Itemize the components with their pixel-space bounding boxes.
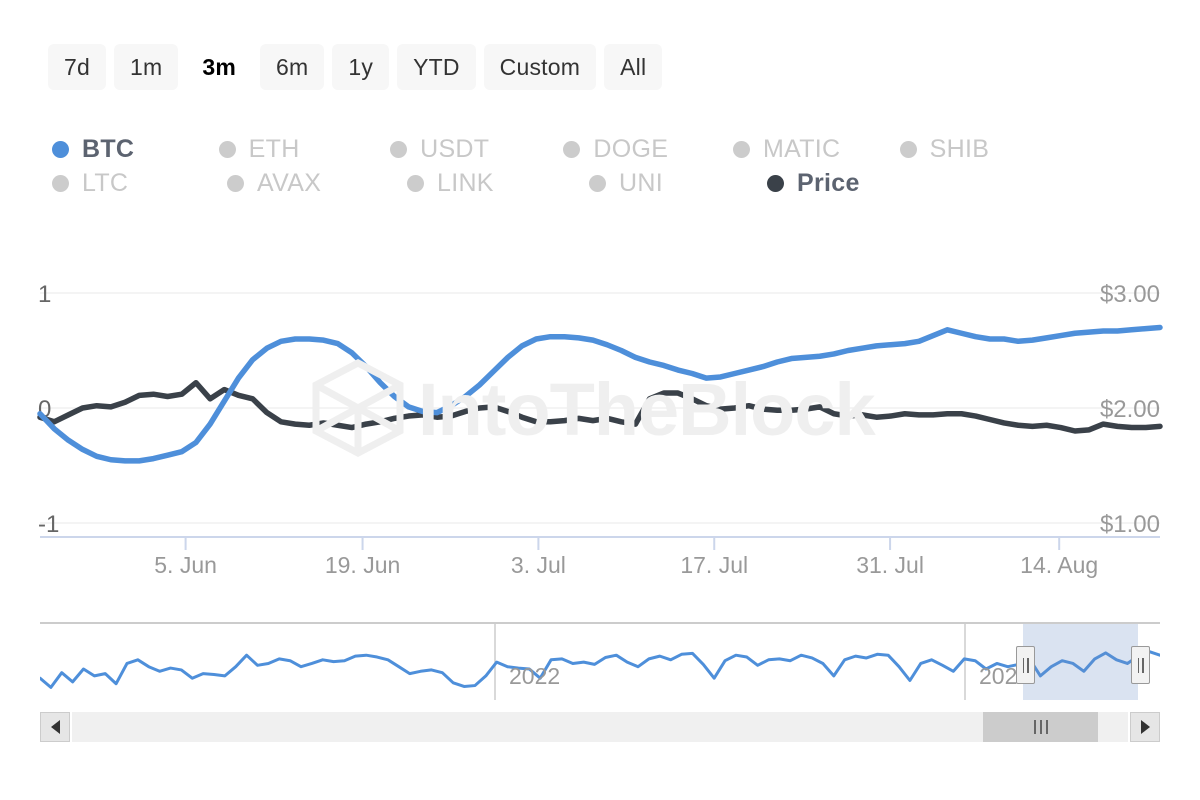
scrollbar-thumb[interactable] bbox=[983, 712, 1098, 742]
y-axis-right-label: $2.00 bbox=[1100, 396, 1160, 423]
legend-label: UNI bbox=[619, 169, 663, 198]
legend-item-btc[interactable]: BTC bbox=[52, 135, 219, 164]
legend-label: SHIB bbox=[930, 135, 990, 164]
scroll-right-arrow-button[interactable] bbox=[1130, 712, 1160, 742]
y-axis-left-label: -1 bbox=[38, 511, 59, 538]
x-axis-tick-label: 17. Jul bbox=[680, 552, 748, 578]
navigator-year-labels: 20222023 bbox=[509, 663, 1030, 689]
grip-line bbox=[1023, 658, 1025, 673]
y-axis-right-label: $1.00 bbox=[1100, 511, 1160, 538]
legend-label: ETH bbox=[249, 135, 300, 164]
scrollbar-track[interactable] bbox=[72, 712, 1128, 742]
legend-label: MATIC bbox=[763, 135, 840, 164]
legend-item-price[interactable]: Price bbox=[767, 169, 927, 198]
legend-item-shib[interactable]: SHIB bbox=[900, 135, 1052, 164]
legend-dot-icon bbox=[219, 141, 236, 158]
legend-label: AVAX bbox=[257, 169, 321, 198]
legend-dot-icon bbox=[563, 141, 580, 158]
legend-item-eth[interactable]: ETH bbox=[219, 135, 390, 164]
legend-item-matic[interactable]: MATIC bbox=[733, 135, 900, 164]
y-axis-right-labels: $3.00 $2.00 $1.00 bbox=[1100, 281, 1160, 538]
scroll-left-arrow-button[interactable] bbox=[40, 712, 70, 742]
legend-item-usdt[interactable]: USDT bbox=[390, 135, 563, 164]
x-axis: 5. Jun 19. Jun 3. Jul 17. Jul 31. Jul 14. Aug bbox=[40, 537, 1160, 578]
x-axis-tick-label: 31. Jul bbox=[856, 552, 924, 578]
grip-line bbox=[1034, 720, 1036, 734]
series-legend: BTC ETH USDT DOGE MATIC SHIB LTC AVAX LINK UNI Pr… bbox=[52, 132, 1052, 200]
range-button-all[interactable]: All bbox=[604, 44, 662, 90]
navigator-canvas: 20222023 bbox=[40, 624, 1160, 700]
grip-line bbox=[1138, 658, 1140, 673]
chart-scrollbar[interactable] bbox=[40, 712, 1160, 742]
legend-label: LTC bbox=[82, 169, 128, 198]
legend-row-2: LTC AVAX LINK UNI Price bbox=[52, 166, 1052, 200]
range-button-7d[interactable]: 7d bbox=[48, 44, 106, 90]
legend-label: DOGE bbox=[593, 135, 668, 164]
legend-dot-icon bbox=[227, 175, 244, 192]
range-button-custom[interactable]: Custom bbox=[484, 44, 596, 90]
legend-dot-icon bbox=[767, 175, 784, 192]
legend-dot-icon bbox=[407, 175, 424, 192]
legend-item-ltc[interactable]: LTC bbox=[52, 169, 227, 198]
legend-dot-icon bbox=[390, 141, 407, 158]
range-selector: 7d1m3m6m1yYTDCustomAll bbox=[48, 44, 662, 90]
legend-dot-icon bbox=[589, 175, 606, 192]
navigator-handle-right[interactable] bbox=[1131, 646, 1150, 684]
legend-label: BTC bbox=[82, 135, 134, 164]
grip-line bbox=[1040, 720, 1042, 734]
chart-navigator[interactable]: 20222023 bbox=[40, 622, 1160, 700]
navigator-year-label: 2022 bbox=[509, 663, 560, 689]
range-button-1y[interactable]: 1y bbox=[332, 44, 389, 90]
legend-item-doge[interactable]: DOGE bbox=[563, 135, 733, 164]
chevron-left-icon bbox=[51, 720, 60, 734]
chevron-right-icon bbox=[1141, 720, 1150, 734]
crypto-correlation-chart-widget: 7d1m3m6m1yYTDCustomAll BTC ETH USDT DOGE MAT… bbox=[0, 0, 1200, 800]
x-axis-tick-label: 14. Aug bbox=[1020, 552, 1098, 578]
grip-line bbox=[1046, 720, 1048, 734]
range-button-6m[interactable]: 6m bbox=[260, 44, 324, 90]
legend-label: Price bbox=[797, 169, 860, 198]
main-chart[interactable]: 10-1 $3.00 $2.00 $1.00 5. Jun 19. Jun 3. Jul… bbox=[0, 250, 1200, 590]
x-axis-tick-label: 5. Jun bbox=[154, 552, 217, 578]
range-button-3m[interactable]: 3m bbox=[186, 44, 252, 90]
x-axis-tick-label: 3. Jul bbox=[511, 552, 566, 578]
x-axis-tick-label: 19. Jun bbox=[325, 552, 400, 578]
legend-label: LINK bbox=[437, 169, 494, 198]
grip-line bbox=[1142, 658, 1144, 673]
legend-dot-icon bbox=[52, 175, 69, 192]
range-button-1m[interactable]: 1m bbox=[114, 44, 178, 90]
legend-dot-icon bbox=[900, 141, 917, 158]
navigator-selected-range[interactable] bbox=[1023, 624, 1138, 700]
y-axis-left-label: 1 bbox=[38, 281, 51, 308]
y-axis-right-label: $3.00 bbox=[1100, 281, 1160, 308]
y-axis-left-labels: 10-1 bbox=[38, 281, 59, 538]
legend-dot-icon bbox=[733, 141, 750, 158]
legend-label: USDT bbox=[420, 135, 489, 164]
legend-item-uni[interactable]: UNI bbox=[589, 169, 767, 198]
legend-item-link[interactable]: LINK bbox=[407, 169, 589, 198]
chart-canvas: 10-1 $3.00 $2.00 $1.00 5. Jun 19. Jun 3. Jul… bbox=[0, 250, 1200, 590]
gridlines bbox=[40, 293, 1160, 523]
legend-dot-icon bbox=[52, 141, 69, 158]
legend-row-1: BTC ETH USDT DOGE MATIC SHIB bbox=[52, 132, 1052, 166]
navigator-handle-left[interactable] bbox=[1016, 646, 1035, 684]
range-button-ytd[interactable]: YTD bbox=[397, 44, 476, 90]
grip-line bbox=[1027, 658, 1029, 673]
legend-item-avax[interactable]: AVAX bbox=[227, 169, 407, 198]
